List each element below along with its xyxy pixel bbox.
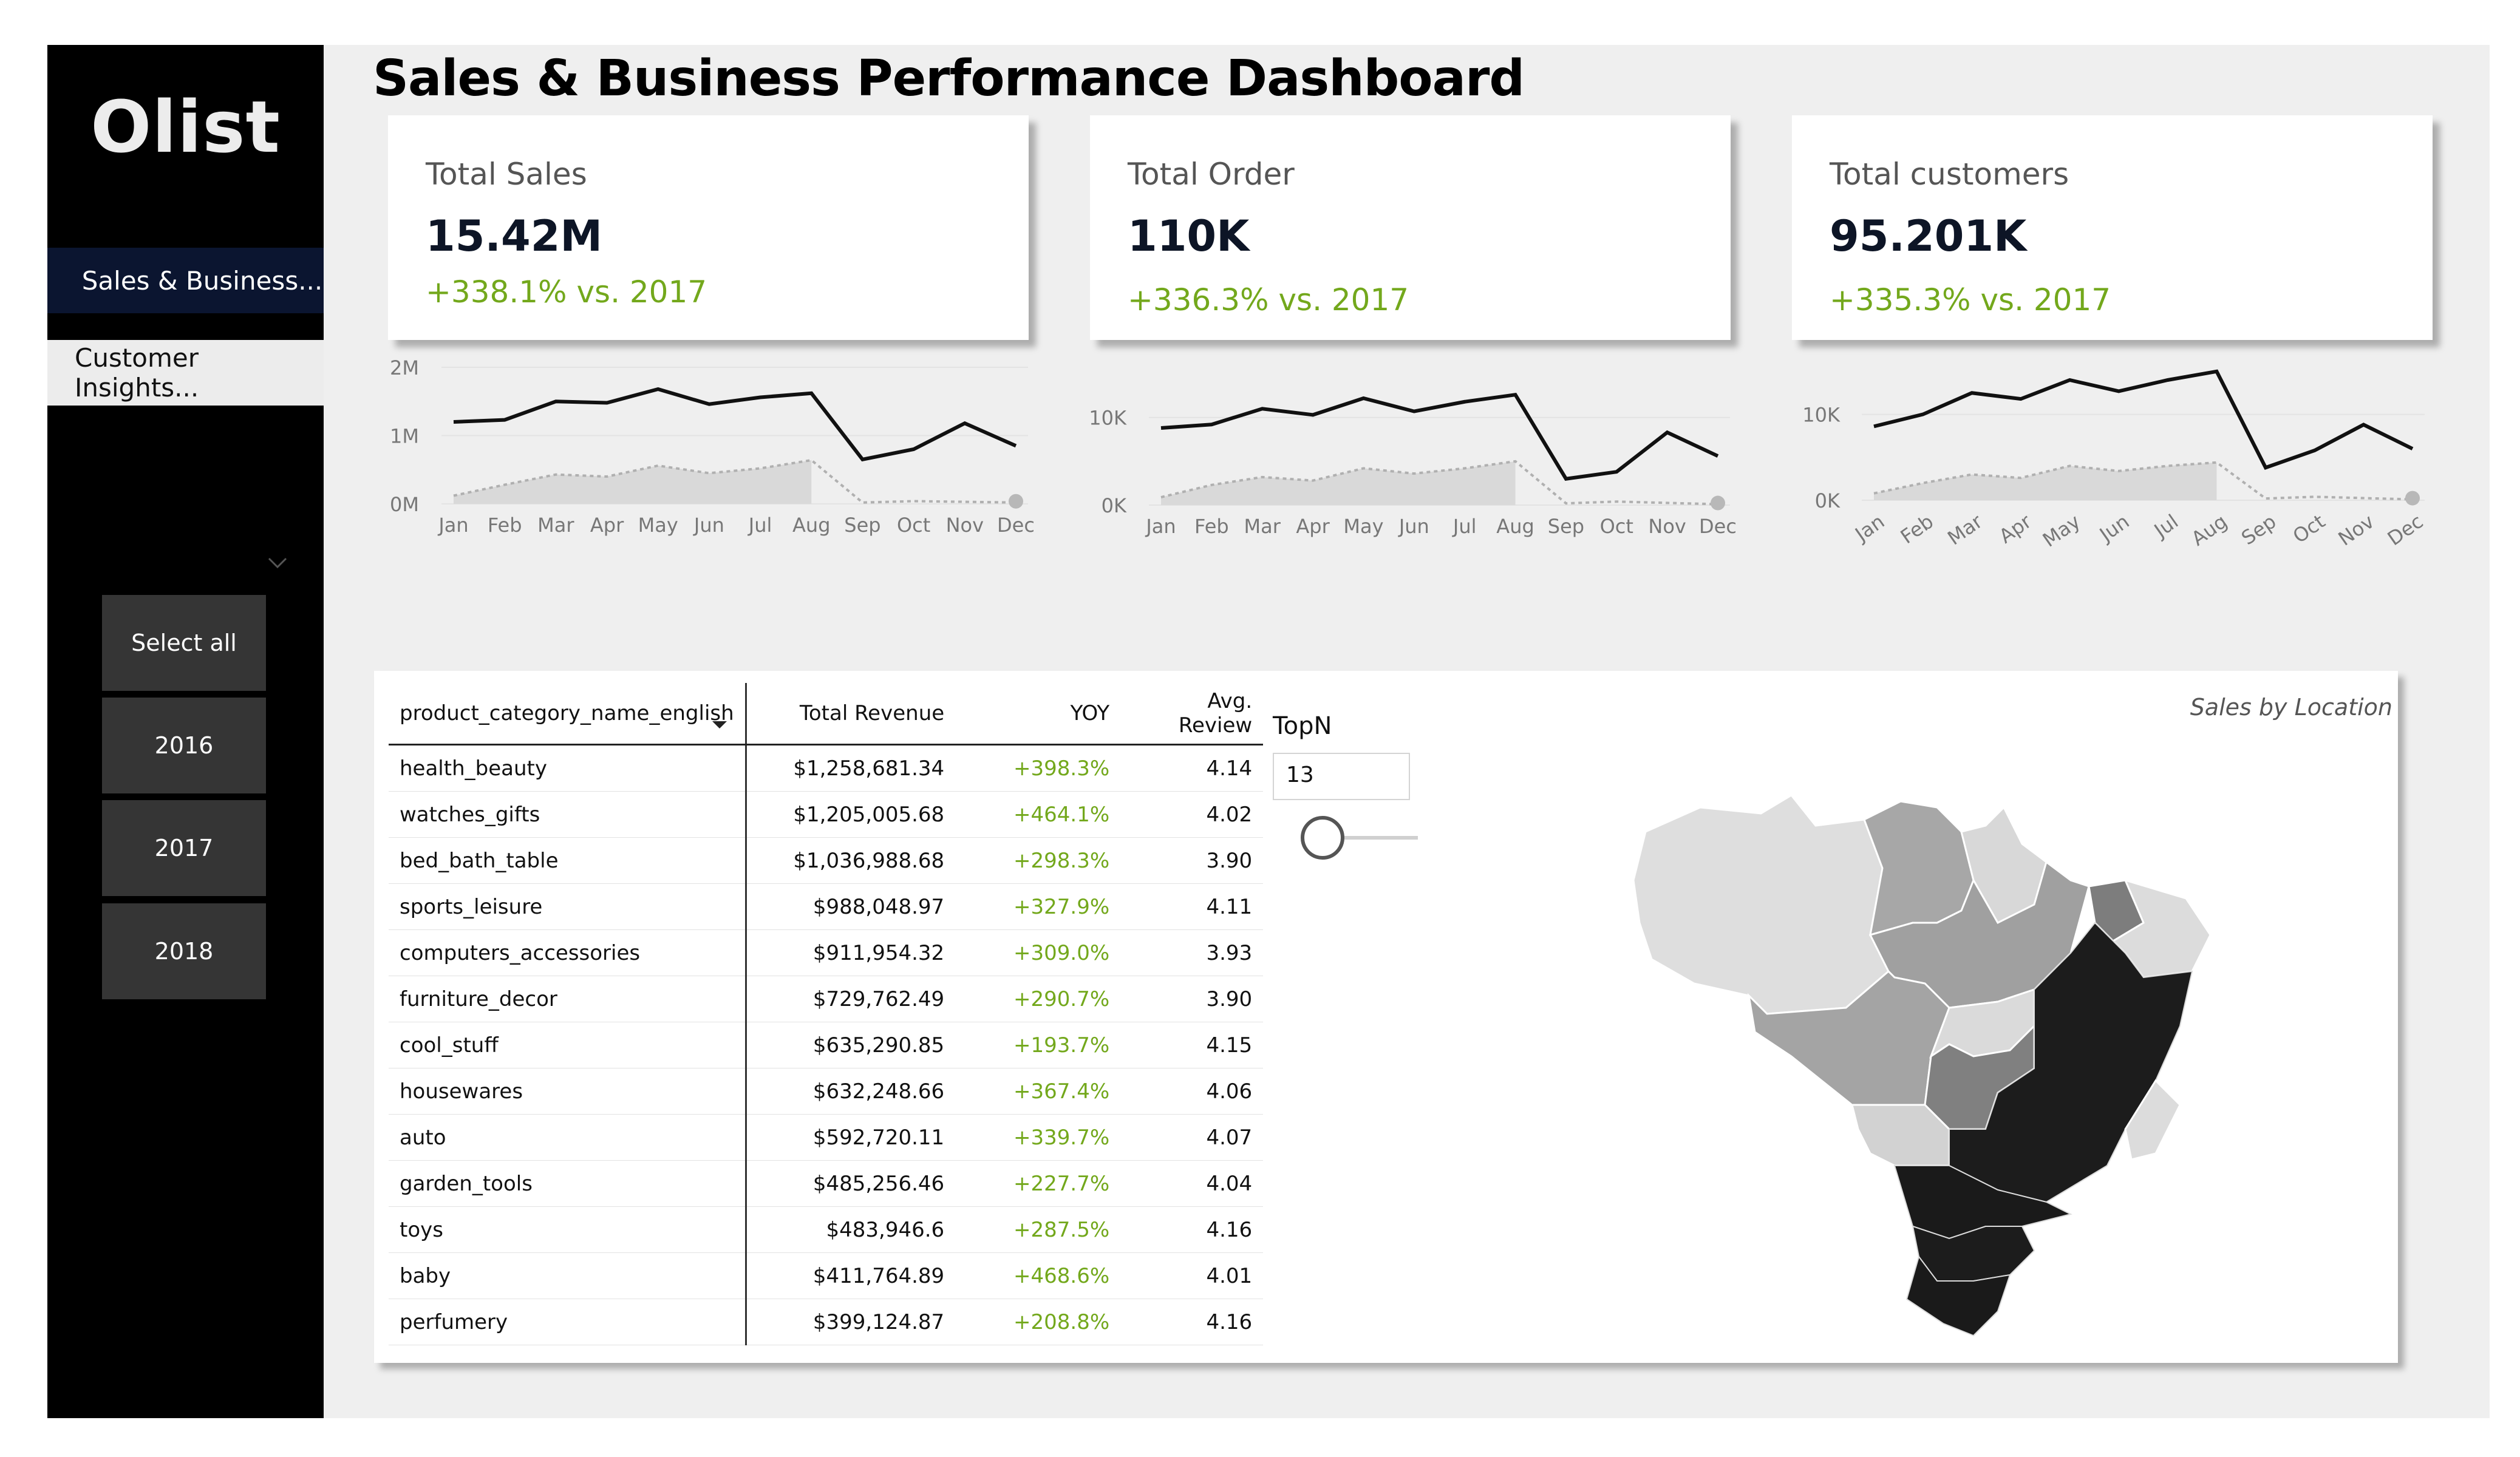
table-row[interactable]: auto $592,720.11 +339.7% 4.07 (389, 1114, 1264, 1161)
review-cell: 4.16 (1120, 1206, 1264, 1253)
yoy-cell: +309.0% (955, 929, 1121, 976)
revenue-cell: $411,764.89 (746, 1252, 956, 1299)
review-cell: 4.11 (1120, 883, 1264, 930)
revenue-cell: $592,720.11 (746, 1114, 956, 1161)
category-cell: health_beauty (389, 744, 747, 792)
table-row[interactable]: health_beauty $1,258,681.34 +398.3% 4.14 (389, 744, 1264, 792)
x-tick-label: Nov (2334, 510, 2379, 551)
x-tick-label: Feb (1896, 510, 1938, 549)
brazil-sales-map (1609, 741, 2247, 1350)
map-region (1632, 794, 1890, 1015)
revenue-cell: $632,248.66 (746, 1068, 956, 1115)
x-tick-label: Jan (1850, 510, 1888, 547)
category-cell: perfumery (389, 1299, 747, 1345)
area-series-prev-year (1874, 462, 2217, 500)
review-cell: 3.93 (1120, 929, 1264, 976)
review-cell: 3.90 (1120, 837, 1264, 884)
y-tick-label: 0K (1815, 489, 1841, 512)
x-tick-label: Apr (1995, 509, 2036, 548)
category-table: product_category_name_english Total Reve… (389, 683, 1264, 1345)
map-title: Sales by Location (2190, 694, 2392, 721)
category-cell: baby (389, 1252, 747, 1299)
x-tick-label: Oct (2289, 510, 2329, 548)
x-tick-label: Jun (2094, 510, 2133, 547)
x-tick-label: Sep (2237, 510, 2280, 550)
table-row[interactable]: perfumery $399,124.87 +208.8% 4.16 (389, 1299, 1264, 1345)
category-cell: cool_stuff (389, 1022, 747, 1068)
revenue-cell: $988,048.97 (746, 883, 956, 930)
yoy-cell: +290.7% (955, 976, 1121, 1022)
table-row[interactable]: watches_gifts $1,205,005.68 +464.1% 4.02 (389, 791, 1264, 838)
topn-label: TopN (1273, 712, 1332, 740)
topn-input[interactable]: 13 (1273, 753, 1410, 800)
map-region (1851, 1104, 1950, 1167)
yoy-cell: +227.7% (955, 1160, 1121, 1207)
review-cell: 4.07 (1120, 1114, 1264, 1161)
table-row[interactable]: bed_bath_table $1,036,988.68 +298.3% 3.90 (389, 837, 1264, 884)
review-cell: 4.15 (1120, 1022, 1264, 1068)
series-end-point (2405, 491, 2420, 506)
review-cell: 4.06 (1120, 1068, 1264, 1115)
yoy-cell: +287.5% (955, 1206, 1121, 1253)
table-row[interactable]: toys $483,946.6 +287.5% 4.16 (389, 1206, 1264, 1253)
revenue-cell: $1,036,988.68 (746, 837, 956, 884)
table-row[interactable]: sports_leisure $988,048.97 +327.9% 4.11 (389, 883, 1264, 930)
review-cell: 4.01 (1120, 1252, 1264, 1299)
yoy-cell: +464.1% (955, 791, 1121, 838)
category-cell: garden_tools (389, 1160, 747, 1207)
column-header-yoy[interactable]: YOY (955, 683, 1121, 745)
line-series-current-year (1873, 369, 2414, 470)
x-tick-label: Mar (1943, 509, 1987, 549)
x-tick-label: Aug (2187, 510, 2232, 551)
category-cell: toys (389, 1206, 747, 1253)
table-row[interactable]: cool_stuff $635,290.85 +193.7% 4.15 (389, 1022, 1264, 1068)
yoy-cell: +193.7% (955, 1022, 1121, 1068)
category-cell: computers_accessories (389, 929, 747, 976)
revenue-cell: $911,954.32 (746, 929, 956, 976)
revenue-cell: $635,290.85 (746, 1022, 956, 1068)
table-row[interactable]: garden_tools $485,256.46 +227.7% 4.04 (389, 1160, 1264, 1207)
topn-slider-handle[interactable] (1301, 816, 1344, 860)
sort-desc-icon[interactable] (712, 711, 727, 735)
review-cell: 4.02 (1120, 791, 1264, 838)
yoy-cell: +398.3% (955, 744, 1121, 792)
x-tick-label: Jul (2149, 510, 2182, 543)
review-cell: 4.04 (1120, 1160, 1264, 1207)
table-row[interactable]: computers_accessories $911,954.32 +309.0% 3… (389, 929, 1264, 976)
table-row[interactable]: baby $411,764.89 +468.6% 4.01 (389, 1252, 1264, 1299)
column-header-avg-review[interactable]: Avg. Review (1120, 683, 1264, 745)
revenue-cell: $1,258,681.34 (746, 744, 956, 792)
yoy-cell: +327.9% (955, 883, 1121, 930)
yoy-cell: +468.6% (955, 1252, 1121, 1299)
yoy-cell: +298.3% (955, 837, 1121, 884)
category-cell: housewares (389, 1068, 747, 1115)
review-cell: 3.90 (1120, 976, 1264, 1022)
yoy-cell: +339.7% (955, 1114, 1121, 1161)
category-cell: furniture_decor (389, 976, 747, 1022)
x-tick-label: Dec (2383, 510, 2428, 551)
category-cell: auto (389, 1114, 747, 1161)
revenue-cell: $399,124.87 (746, 1299, 956, 1345)
table-row[interactable]: furniture_decor $729,762.49 +290.7% 3.90 (389, 976, 1264, 1022)
table-row[interactable]: housewares $632,248.66 +367.4% 4.06 (389, 1068, 1264, 1115)
revenue-cell: $1,205,005.68 (746, 791, 956, 838)
review-cell: 4.16 (1120, 1299, 1264, 1345)
category-cell: bed_bath_table (389, 837, 747, 884)
yoy-cell: +208.8% (955, 1299, 1121, 1345)
column-header-category[interactable]: product_category_name_english (389, 683, 747, 745)
revenue-cell: $485,256.46 (746, 1160, 956, 1207)
category-cell: watches_gifts (389, 791, 747, 838)
revenue-cell: $729,762.49 (746, 976, 956, 1022)
y-tick-label: 10K (1802, 404, 1841, 427)
x-tick-label: May (2038, 510, 2085, 552)
category-cell: sports_leisure (389, 883, 747, 930)
yoy-cell: +367.4% (955, 1068, 1121, 1115)
revenue-cell: $483,946.6 (746, 1206, 956, 1253)
column-header-label: product_category_name_english (400, 701, 734, 725)
column-header-total-revenue[interactable]: Total Revenue (746, 683, 956, 745)
review-cell: 4.14 (1120, 744, 1264, 792)
